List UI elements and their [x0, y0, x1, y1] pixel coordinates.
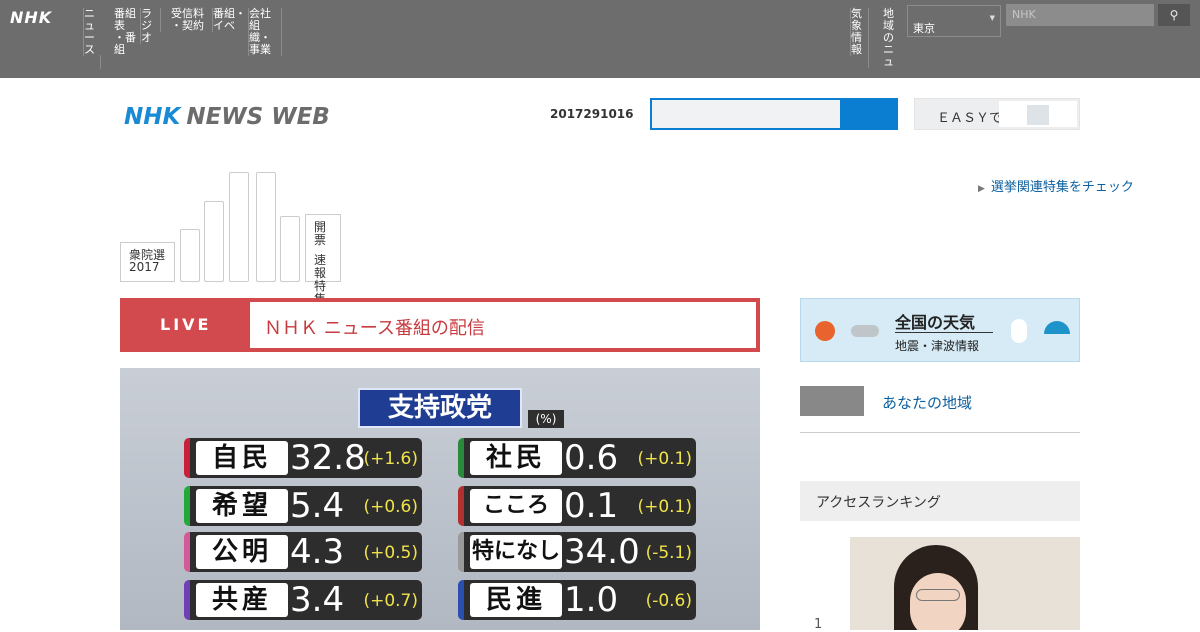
party-name: 特になし	[470, 535, 562, 569]
ranking-header: アクセスランキング	[800, 481, 1080, 521]
cloud-icon	[851, 325, 879, 337]
weather-banner[interactable]: 全国の天気 地震・津波情報	[800, 298, 1080, 362]
party-value: 3.4	[290, 580, 345, 620]
election-bar[interactable]	[256, 172, 276, 282]
election-side-label-1: 開票	[314, 220, 327, 247]
party-change: (+0.7)	[363, 591, 418, 611]
party-change: (+1.6)	[363, 449, 418, 469]
election-bar[interactable]	[180, 229, 200, 282]
weather-subtitle: 地震・津波情報	[895, 339, 980, 353]
party-value: 0.1	[564, 486, 619, 526]
easy-toggle-switch[interactable]	[999, 101, 1077, 127]
news-search-input[interactable]	[652, 100, 840, 128]
party-name: こころ	[470, 489, 562, 523]
party-support-banner: 支持政党	[358, 388, 522, 428]
header-date: 2017291016	[550, 107, 634, 121]
glasses-icon	[916, 589, 960, 601]
news-search-button[interactable]	[842, 100, 896, 128]
election-bar[interactable]	[280, 216, 300, 282]
party-change: (+0.1)	[637, 497, 692, 517]
toggle-knob	[1027, 105, 1049, 125]
party-change: (+0.6)	[363, 497, 418, 517]
global-nav-item-news[interactable]: ニュ ース	[83, 8, 103, 56]
region-select-value: 東京	[913, 22, 935, 35]
party-value: 32.8	[290, 438, 366, 478]
region-pill[interactable]	[800, 386, 864, 416]
main-news-image[interactable]: 支持政党 (%) 自民 32.8 (+1.6) 希望 5.4 (+0.6) 公明 4.3 (+0…	[120, 368, 760, 630]
region-link[interactable]: あなたの地域	[882, 392, 972, 413]
global-nav-item-weather[interactable]: 気象 情報	[850, 8, 868, 56]
logo-newsweb-text: NEWS WEB	[186, 104, 330, 130]
election-bar[interactable]	[229, 172, 249, 282]
global-nav-item-programs[interactable]: 番組表 ・番組	[104, 8, 138, 56]
ranking-title: アクセスランキング	[816, 495, 941, 511]
party-name: 公明	[196, 535, 288, 569]
election-label[interactable]: 衆院選 2017	[120, 242, 175, 282]
party-name: 自民	[196, 441, 288, 475]
live-title: ＮＨＫ ニュース番組の配信	[264, 318, 485, 339]
election-label-line2: 2017	[129, 260, 160, 274]
party-change: (-5.1)	[645, 543, 692, 563]
party-row: 特になし 34.0 (-5.1)	[458, 532, 696, 572]
play-triangle-icon: ▶	[978, 184, 985, 194]
global-search-input[interactable]: NHK	[1006, 4, 1154, 26]
percent-unit: (%)	[528, 410, 564, 428]
news-web-logo[interactable]: NHK NEWS WEB	[124, 104, 330, 130]
election-bar[interactable]	[204, 201, 224, 282]
snowman-icon	[1011, 319, 1027, 343]
global-nav-divider	[100, 55, 101, 69]
search-icon[interactable]: ⚲	[1158, 4, 1190, 26]
party-change: (-0.6)	[645, 591, 692, 611]
global-nav-item-corporate[interactable]: 会社 組織・ 事業	[248, 8, 282, 56]
global-nav-item-events[interactable]: 番組・ イベ	[212, 8, 246, 32]
global-nav-bar: NHK ニュ ース 番組表 ・番組 ラ ジオ 受信料 ・契約 番組・ イベ 会社…	[0, 0, 1200, 78]
party-name: 希望	[196, 489, 288, 523]
news-search	[650, 98, 898, 130]
live-banner[interactable]: LIVE ＮＨＫ ニュース番組の配信	[120, 298, 760, 352]
party-value: 4.3	[290, 532, 345, 572]
global-nav-item-radio[interactable]: ラ ジオ	[140, 8, 158, 44]
election-feature-link[interactable]: ▶ 選挙関連特集をチェック	[978, 176, 1134, 195]
logo-nhk-text: NHK	[124, 104, 181, 130]
rank-1-thumbnail[interactable]	[850, 537, 1080, 630]
election-side-box[interactable]: 開票 速報 特集	[305, 214, 341, 306]
party-name: 社民	[470, 441, 562, 475]
party-change: (+0.1)	[637, 449, 692, 469]
party-row: 共産 3.4 (+0.7)	[184, 580, 422, 620]
easy-toggle-label: ＥＡＳＹで	[937, 111, 1003, 126]
sun-icon	[815, 321, 835, 341]
party-row: 公明 4.3 (+0.5)	[184, 532, 422, 572]
party-value: 5.4	[290, 486, 345, 526]
live-title-box: ＮＨＫ ニュース番組の配信	[250, 302, 756, 348]
weather-divider	[895, 332, 993, 333]
party-change: (+0.5)	[363, 543, 418, 563]
party-name: 民進	[470, 583, 562, 617]
party-value: 34.0	[564, 532, 640, 572]
umbrella-icon	[1044, 321, 1070, 334]
global-nav-item-fee[interactable]: 受信料 ・契約	[160, 8, 204, 32]
chevron-down-icon: ▼	[989, 14, 995, 22]
nhk-global-logo[interactable]: NHK	[10, 8, 52, 27]
party-row: こころ 0.1 (+0.1)	[458, 486, 696, 526]
party-value: 0.6	[564, 438, 619, 478]
party-row: 社民 0.6 (+0.1)	[458, 438, 696, 478]
party-row: 希望 5.4 (+0.6)	[184, 486, 422, 526]
weather-title: 全国の天気	[895, 313, 976, 332]
sidebar-divider	[800, 432, 1080, 433]
easy-toggle[interactable]: ＥＡＳＹで	[914, 98, 1080, 130]
party-row: 民進 1.0 (-0.6)	[458, 580, 696, 620]
live-tag: LIVE	[160, 315, 212, 334]
party-value: 1.0	[564, 580, 619, 620]
person-face	[910, 573, 966, 630]
party-row: 自民 32.8 (+1.6)	[184, 438, 422, 478]
global-nav-item-local[interactable]: 地域の ニュ	[868, 8, 904, 68]
region-select[interactable]: 東京 ▼	[907, 5, 1001, 37]
party-name: 共産	[196, 583, 288, 617]
election-feature-link-text: 選挙関連特集をチェック	[990, 180, 1134, 195]
